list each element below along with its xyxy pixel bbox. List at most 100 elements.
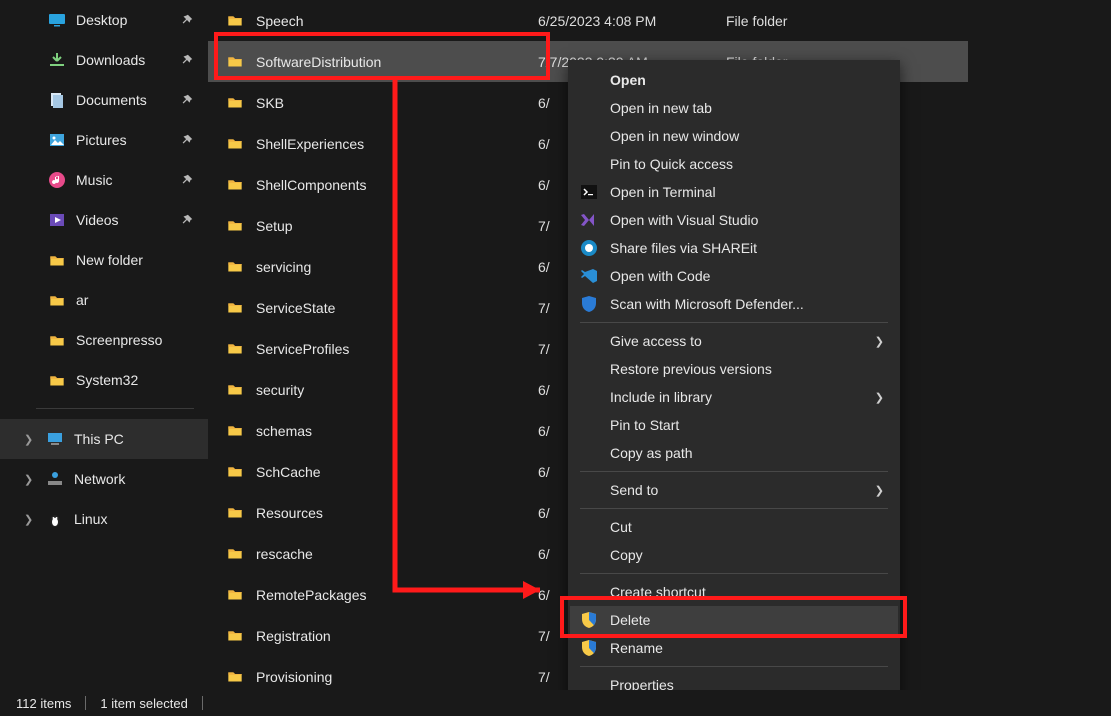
folder-icon (226, 463, 244, 481)
status-selection: 1 item selected (100, 696, 187, 711)
context-item-give-access-to[interactable]: Give access to❯ (570, 327, 898, 355)
sidebar-item-videos[interactable]: Videos (0, 200, 208, 240)
folder-icon (226, 176, 244, 194)
context-item-create-shortcut[interactable]: Create shortcut (570, 578, 898, 606)
context-item-open-in-new-tab[interactable]: Open in new tab (570, 94, 898, 122)
context-item-label: Copy as path (610, 445, 693, 461)
vscode-icon (580, 267, 598, 285)
file-name: Provisioning (256, 669, 332, 685)
context-item-scan-with-microsoft-defender[interactable]: Scan with Microsoft Defender... (570, 290, 898, 318)
folder-icon (226, 627, 244, 645)
file-name: ServiceState (256, 300, 335, 316)
file-row[interactable]: Speech6/25/2023 4:08 PMFile folder (208, 0, 968, 41)
chevron-right-icon: ❯ (24, 433, 33, 446)
file-name: security (256, 382, 304, 398)
shield-blue-icon (580, 295, 598, 313)
sidebar-tree-network[interactable]: ❯ Network (0, 459, 208, 499)
context-item-rename[interactable]: Rename (570, 634, 898, 662)
context-item-copy[interactable]: Copy (570, 541, 898, 569)
folder-icon (48, 251, 66, 269)
pc-icon (46, 430, 64, 448)
file-name: schemas (256, 423, 312, 439)
context-item-label: Rename (610, 640, 663, 656)
folder-icon (226, 135, 244, 153)
context-menu-separator (580, 322, 888, 323)
context-item-open[interactable]: Open (570, 66, 898, 94)
file-name: ServiceProfiles (256, 341, 349, 357)
terminal-icon (580, 183, 598, 201)
sidebar-tree-this-pc[interactable]: ❯This PC (0, 419, 208, 459)
file-name: Setup (256, 218, 293, 234)
context-menu: OpenOpen in new tabOpen in new window Pin… (568, 60, 900, 705)
context-item-restore-previous-versions[interactable]: Restore previous versions (570, 355, 898, 383)
sidebar-item-downloads[interactable]: Downloads (0, 40, 208, 80)
sidebar-item-ar[interactable]: ar (0, 280, 208, 320)
context-item-share-files-via-shareit[interactable]: Share files via SHAREit (570, 234, 898, 262)
sidebar-item-label: New folder (76, 252, 143, 268)
context-item-label: Scan with Microsoft Defender... (610, 296, 804, 312)
folder-icon (226, 668, 244, 686)
context-item-open-in-new-window[interactable]: Open in new window (570, 122, 898, 150)
sidebar-item-pictures[interactable]: Pictures (0, 120, 208, 160)
sidebar-item-screenpresso[interactable]: Screenpresso (0, 320, 208, 360)
context-item-label: Pin to Quick access (610, 156, 733, 172)
context-item-label: Restore previous versions (610, 361, 772, 377)
context-item-open-with-visual-studio[interactable]: Open with Visual Studio (570, 206, 898, 234)
context-item-pin-to-start[interactable]: Pin to Start (570, 411, 898, 439)
sidebar-item-label: Videos (76, 212, 119, 228)
sidebar-tree-linux[interactable]: ❯ Linux (0, 499, 208, 539)
folder-icon (226, 586, 244, 604)
context-item-include-in-library[interactable]: Include in library❯ (570, 383, 898, 411)
context-item-send-to[interactable]: Send to ❯ (570, 476, 898, 504)
sidebar-item-system32[interactable]: System32 (0, 360, 208, 400)
chevron-right-icon: ❯ (875, 391, 884, 404)
context-item-open-with-code[interactable]: Open with Code (570, 262, 898, 290)
context-item-label: Create shortcut (610, 584, 706, 600)
quick-access-sidebar: DesktopDownloadsDocuments Pictures Music Vi… (0, 0, 208, 685)
sidebar-item-music[interactable]: Music (0, 160, 208, 200)
folder-icon (226, 217, 244, 235)
sidebar-separator (36, 408, 194, 409)
sidebar-tree-label: Network (74, 471, 125, 487)
sidebar-item-desktop[interactable]: Desktop (0, 0, 208, 40)
sidebar-item-label: Screenpresso (76, 332, 162, 348)
downloads-icon (48, 51, 66, 69)
chevron-right-icon: ❯ (875, 484, 884, 497)
folder-icon (226, 53, 244, 71)
shareit-icon (580, 239, 598, 257)
context-item-delete[interactable]: Delete (570, 606, 898, 634)
context-item-label: Send to (610, 482, 658, 498)
context-menu-separator (580, 508, 888, 509)
linux-icon (46, 510, 64, 528)
context-item-label: Open in Terminal (610, 184, 716, 200)
status-separator (85, 696, 86, 710)
network-icon (46, 470, 64, 488)
context-menu-separator (580, 471, 888, 472)
context-item-open-in-terminal[interactable]: Open in Terminal (570, 178, 898, 206)
sidebar-item-documents[interactable]: Documents (0, 80, 208, 120)
folder-icon (226, 504, 244, 522)
sidebar-tree-label: Linux (74, 511, 107, 527)
folder-icon (226, 94, 244, 112)
context-item-label: Cut (610, 519, 632, 535)
file-name: Registration (256, 628, 331, 644)
folder-icon (226, 381, 244, 399)
context-item-label: Pin to Start (610, 417, 679, 433)
uac-icon (580, 639, 598, 657)
context-item-label: Open with Code (610, 268, 710, 284)
sidebar-item-new-folder[interactable]: New folder (0, 240, 208, 280)
folder-icon (48, 371, 66, 389)
status-bar: 112 items 1 item selected (0, 690, 1111, 716)
context-item-pin-to-quick-access[interactable]: Pin to Quick access (570, 150, 898, 178)
folder-icon (226, 258, 244, 276)
sidebar-item-label: Pictures (76, 132, 127, 148)
folder-icon (226, 340, 244, 358)
context-item-label: Delete (610, 612, 650, 628)
context-item-cut[interactable]: Cut (570, 513, 898, 541)
chevron-right-icon: ❯ (24, 513, 33, 526)
desktop-icon (48, 11, 66, 29)
chevron-right-icon: ❯ (24, 473, 33, 486)
file-date: 6/25/2023 4:08 PM (538, 13, 714, 29)
uac-icon (580, 611, 598, 629)
context-item-copy-as-path[interactable]: Copy as path (570, 439, 898, 467)
